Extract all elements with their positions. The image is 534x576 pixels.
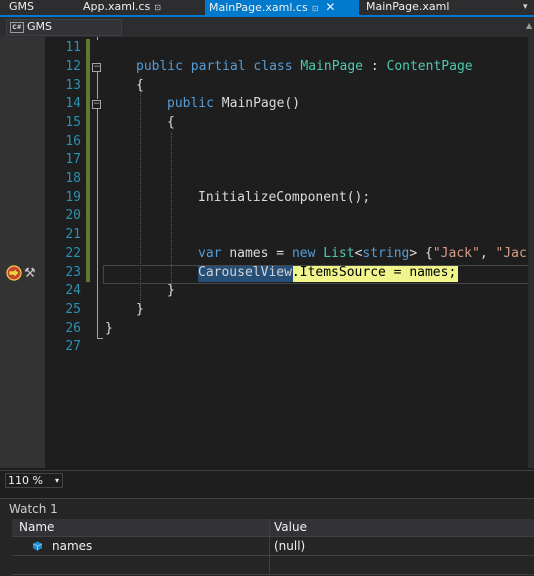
watch-window: Watch 1 Name Value names (null) [0, 498, 534, 576]
line-number: 22 [65, 246, 81, 261]
tab-main-page-xaml[interactable]: MainPage.xaml [366, 0, 449, 15]
close-icon[interactable]: ✕ [325, 0, 335, 14]
line-number: 17 [65, 152, 81, 167]
hammer-icon[interactable]: ⚒ [24, 266, 36, 281]
outline-line [97, 109, 98, 339]
tab-label: App.xaml.cs [83, 0, 151, 13]
pin-icon[interactable]: ⊡ [312, 4, 319, 13]
zoom-level-value: 110 % [8, 474, 43, 487]
watch-empty-row[interactable] [12, 556, 534, 575]
code-line-15: { [167, 115, 175, 130]
line-number: 15 [65, 115, 81, 130]
document-tab-strip: GMS App.xaml.cs ⊡ MainPage.xaml.cs ⊡ ✕ Main… [0, 0, 534, 15]
code-line-26: } [105, 321, 113, 336]
code-line-13: { [136, 78, 144, 93]
editor-zoom-bar: 110 % ▾ [0, 470, 534, 492]
tab-gms[interactable]: GMS [9, 0, 34, 15]
line-number: 18 [65, 171, 81, 186]
outline-line [97, 338, 103, 339]
code-line-24: } [167, 283, 175, 298]
watch-window-title[interactable]: Watch 1 [9, 501, 58, 517]
tab-label: MainPage.xaml.cs [209, 1, 308, 14]
watch-column-header: Name Value [12, 519, 534, 537]
navigation-bar: C# GMS ▲ [0, 15, 534, 37]
watch-row[interactable]: names (null) [12, 537, 534, 556]
glyph-margin[interactable] [0, 37, 45, 468]
value-column-header[interactable]: Value [274, 519, 307, 536]
code-line-19: InitializeComponent(); [198, 190, 371, 205]
code-line-14: public MainPage() [167, 96, 301, 111]
vertical-scrollbar[interactable] [528, 37, 534, 468]
line-number: 19 [65, 190, 81, 205]
line-number: 27 [65, 339, 81, 354]
variable-cube-icon [32, 541, 43, 551]
name-column-header[interactable]: Name [19, 519, 54, 536]
outline-line [97, 37, 98, 40]
code-line-23: CarouselView.ItemsSource = names; [198, 265, 457, 280]
project-dropdown[interactable]: C# GMS [6, 19, 122, 36]
line-number: 21 [65, 227, 81, 242]
watch-row-name: names [52, 539, 93, 553]
line-number: 14 [65, 96, 81, 111]
collapse-icon[interactable]: − [92, 100, 101, 109]
line-number: 25 [65, 302, 81, 317]
line-number: 24 [65, 283, 81, 298]
collapse-icon[interactable]: − [92, 63, 101, 72]
csharp-project-icon: C# [10, 22, 24, 33]
line-number: 20 [65, 208, 81, 223]
line-number: 16 [65, 134, 81, 149]
line-number: 23 [65, 265, 81, 280]
change-indicator-bar [86, 39, 90, 282]
line-number: 11 [65, 40, 81, 55]
line-number: 12 [65, 59, 81, 74]
outline-line [97, 72, 98, 99]
code-line-22: var names = new List<string> {"Jack", "J… [198, 246, 534, 261]
line-number: 26 [65, 321, 81, 336]
pin-icon[interactable]: ⊡ [154, 3, 161, 12]
code-line-12: public partial class MainPage : ContentP… [136, 59, 473, 74]
code-editor[interactable]: ⚒ 11 12 13 14 15 16 17 18 19 20 21 22 23… [0, 37, 534, 468]
code-line-25: } [136, 302, 144, 317]
chevron-down-icon: ▾ [54, 476, 59, 485]
scroll-up-icon[interactable]: ▲ [526, 21, 532, 30]
zoom-level-dropdown[interactable]: 110 % ▾ [5, 473, 63, 488]
line-number: 13 [65, 78, 81, 93]
breakpoint-execution-arrow-icon[interactable] [6, 265, 22, 281]
tab-main-page-xaml-cs[interactable]: MainPage.xaml.cs ⊡ ✕ [205, 0, 359, 15]
project-dropdown-label: GMS [27, 20, 52, 33]
tab-overflow-dropdown-icon[interactable]: ▾ [523, 0, 528, 15]
watch-row-value: (null) [274, 539, 306, 553]
tab-app-xaml-cs[interactable]: App.xaml.cs ⊡ [83, 0, 161, 15]
